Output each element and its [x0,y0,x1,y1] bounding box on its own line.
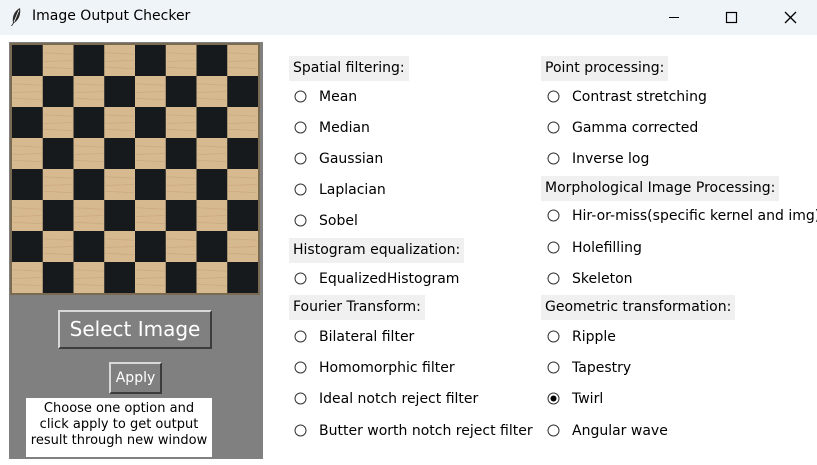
app-window: Image Output Checker Select Image Apply … [0,0,817,465]
instructions-line: Choose one option and [43,401,195,416]
instructions-line: click apply to get output [39,417,199,432]
fourier-transform-heading: Fourier Transform: [289,295,425,320]
dark-square [104,262,136,293]
radio-label: Laplacian [319,182,386,198]
spatial-filtering-heading: Spatial filtering: [289,56,409,81]
radio-icon[interactable] [547,361,560,374]
select-image-button[interactable]: Select Image [58,310,212,349]
radio-label: Gamma corrected [572,120,699,136]
morphological-processing-heading: Morphological Image Processing: [541,176,780,201]
dark-square [135,231,167,263]
radio-icon[interactable] [547,392,560,405]
radio-label: Hir-or-miss(specific kernel and img) [572,208,817,224]
minimize-icon [669,17,679,18]
radio-label: Inverse log [572,151,650,167]
dark-square [196,169,228,201]
radio-label: Angular wave [572,423,668,439]
dark-square [12,169,44,201]
histogram-equalization-heading: Histogram equalization: [289,238,465,263]
radio-icon[interactable] [294,152,307,165]
dark-square [42,76,74,108]
radio-label: Butter worth notch reject filter [319,423,533,439]
dark-square [135,107,167,139]
radio-label: Contrast stretching [572,89,707,105]
radio-icon[interactable] [294,272,307,285]
dark-square [73,45,105,77]
radio-label: Bilateral filter [319,329,415,345]
image-panel: Select Image Apply Choose one option and… [9,42,263,459]
close-button[interactable] [767,0,813,35]
radio-label: Homomorphic filter [319,360,455,376]
radio-label: Ripple [572,329,616,345]
radio-icon[interactable] [547,424,560,437]
dark-square [135,169,167,201]
dark-square [42,138,74,170]
radio-label: Mean [319,89,358,105]
dark-square [165,138,197,170]
radio-icon[interactable] [294,424,307,437]
dark-square [42,200,74,232]
dark-square [104,76,136,108]
geometric-transformation-heading: Geometric transformation: [541,295,736,320]
dark-square [73,231,105,263]
dark-square [12,107,44,139]
close-icon [784,11,797,24]
radio-label: Tapestry [572,360,632,376]
chessboard-image [12,45,258,293]
instructions-line: result through new window [30,433,208,448]
radio-icon[interactable] [294,90,307,103]
radio-selected-dot [550,395,557,402]
instructions-text: Choose one option and click apply to get… [26,398,212,457]
radio-icon[interactable] [294,121,307,134]
dark-square [165,262,197,293]
radio-icon[interactable] [547,272,560,285]
radio-icon[interactable] [294,361,307,374]
radio-icon[interactable] [547,209,560,222]
dark-square [12,231,44,263]
radio-icon[interactable] [294,183,307,196]
maximize-icon [725,11,738,24]
title-bar: Image Output Checker [0,0,817,35]
dark-square [165,200,197,232]
dark-square [196,231,228,263]
dark-square [196,45,228,77]
minimize-button[interactable] [651,0,697,35]
dark-square [227,138,258,170]
dark-square [165,76,197,108]
maximize-button[interactable] [709,0,755,35]
radio-label: Twirl [572,391,604,407]
dark-square [104,138,136,170]
radio-label: Ideal notch reject filter [319,391,479,407]
dark-square [227,76,258,108]
dark-square [104,200,136,232]
radio-icon[interactable] [547,330,560,343]
radio-label: Median [319,120,370,136]
window-title: Image Output Checker [32,8,191,24]
apply-button[interactable]: Apply [109,362,162,394]
radio-icon[interactable] [294,392,307,405]
radio-icon[interactable] [547,121,560,134]
dark-square [135,45,167,77]
dark-square [73,169,105,201]
dark-square [42,262,74,293]
dark-square [73,107,105,139]
point-processing-heading: Point processing: [541,56,669,81]
dark-square [196,107,228,139]
radio-icon[interactable] [547,241,560,254]
dark-square [227,200,258,232]
radio-label: Gaussian [319,151,384,167]
radio-icon[interactable] [547,90,560,103]
radio-label: Skeleton [572,271,633,287]
radio-label: EqualizedHistogram [319,271,460,287]
radio-icon[interactable] [294,214,307,227]
radio-icon[interactable] [294,330,307,343]
radio-icon[interactable] [547,152,560,165]
radio-label: Sobel [319,213,358,229]
dark-square [12,45,44,77]
feather-icon [8,7,24,27]
radio-label: Holefilling [572,240,642,256]
image-preview [10,43,260,295]
dark-square [227,262,258,293]
